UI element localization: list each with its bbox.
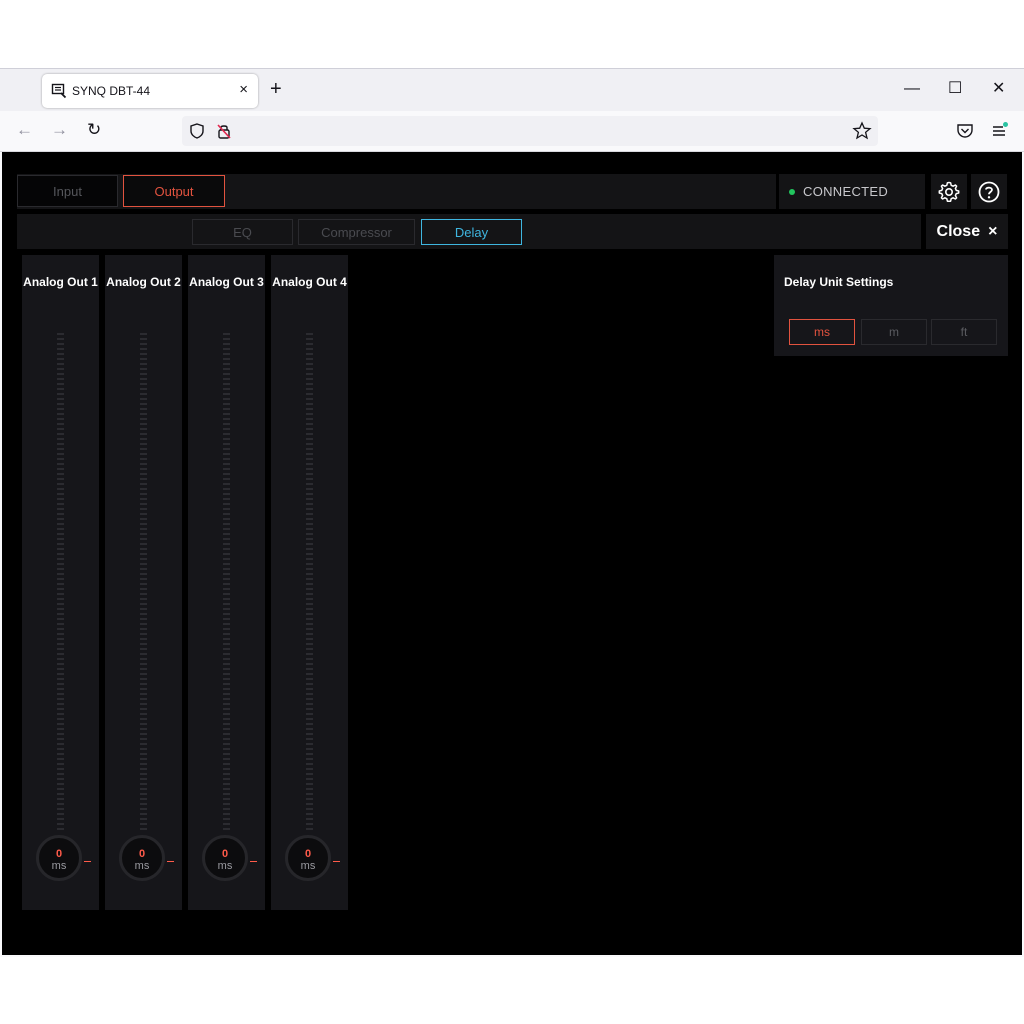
navigation-bar: ← → ↻ [0,111,1024,152]
knob-indicator [84,861,91,862]
address-bar[interactable] [182,116,878,146]
channel-strip: Analog Out 4 0 ms [271,255,348,910]
delay-fader[interactable] [306,333,313,833]
forward-button[interactable]: → [51,121,68,139]
mode-bar: Input Output [17,174,776,209]
delay-fader[interactable] [223,333,230,833]
channel-strip: Analog Out 1 0 ms [22,255,99,910]
knob-indicator [250,861,257,862]
minimize-button[interactable]: — [904,80,920,98]
status-text: CONNECTED [803,184,889,199]
tab-eq[interactable]: EQ [192,219,293,245]
app-root: Input Output CONNECTED EQ Compressor Del… [2,152,1022,955]
unit-ft-button[interactable]: ft [931,319,997,345]
page-favicon-icon [51,83,67,99]
unit-ms-button[interactable]: ms [789,319,855,345]
sub-tab-bar: EQ Compressor Delay [17,214,921,249]
channel-strip: Analog Out 3 0 ms [188,255,265,910]
delay-unit-panel: Delay Unit Settings ms m ft [774,255,1008,356]
delay-value: 0 [138,848,146,860]
pocket-icon[interactable] [955,121,975,141]
delay-value: 0 [55,848,63,860]
delay-knob[interactable]: 0 ms [36,835,82,881]
tab-strip: SYNQ DBT-44 × + — ☐ ✕ [0,69,1024,111]
help-icon [978,181,1000,202]
tab-input[interactable]: Input [17,175,118,207]
tab-close-icon[interactable]: × [239,82,248,98]
tab-output[interactable]: Output [123,175,225,207]
delay-unit: ms [217,860,233,872]
knob-indicator [167,861,174,862]
close-button[interactable]: Close × [926,214,1008,249]
gear-icon [938,181,960,202]
delay-value: 0 [304,848,312,860]
back-button[interactable]: ← [16,121,33,139]
tab-compressor[interactable]: Compressor [298,219,415,245]
delay-knob[interactable]: 0 ms [202,835,248,881]
settings-button[interactable] [931,174,967,209]
menu-icon[interactable] [990,121,1010,141]
channel-strip: Analog Out 2 0 ms [105,255,182,910]
unit-m-button[interactable]: m [861,319,927,345]
delay-knob[interactable]: 0 ms [119,835,165,881]
tab-title: SYNQ DBT-44 [72,84,151,98]
delay-fader[interactable] [57,333,64,833]
insecure-lock-icon[interactable] [215,122,233,140]
knob-indicator [333,861,340,862]
delay-unit: ms [300,860,316,872]
channel-name: Analog Out 4 [272,275,347,289]
channel-name: Analog Out 3 [189,275,264,289]
channel-name: Analog Out 1 [23,275,98,289]
close-icon: × [988,222,998,240]
channel-name: Analog Out 2 [106,275,181,289]
reload-button[interactable]: ↻ [87,121,101,139]
shield-icon[interactable] [188,122,206,140]
panel-title: Delay Unit Settings [784,275,894,289]
help-button[interactable] [971,174,1007,209]
browser-tab[interactable]: SYNQ DBT-44 × [42,74,258,108]
window-close-button[interactable]: ✕ [992,80,1005,98]
maximize-button[interactable]: ☐ [948,80,962,98]
close-label: Close [936,222,981,240]
delay-unit: ms [134,860,150,872]
delay-fader[interactable] [140,333,147,833]
tab-delay[interactable]: Delay [421,219,522,245]
bookmark-star-icon[interactable] [852,121,872,141]
delay-value: 0 [221,848,229,860]
status-dot-icon [789,188,795,195]
delay-knob[interactable]: 0 ms [285,835,331,881]
new-tab-button[interactable]: + [270,79,282,99]
delay-unit: ms [51,860,67,872]
connection-status: CONNECTED [779,174,925,209]
